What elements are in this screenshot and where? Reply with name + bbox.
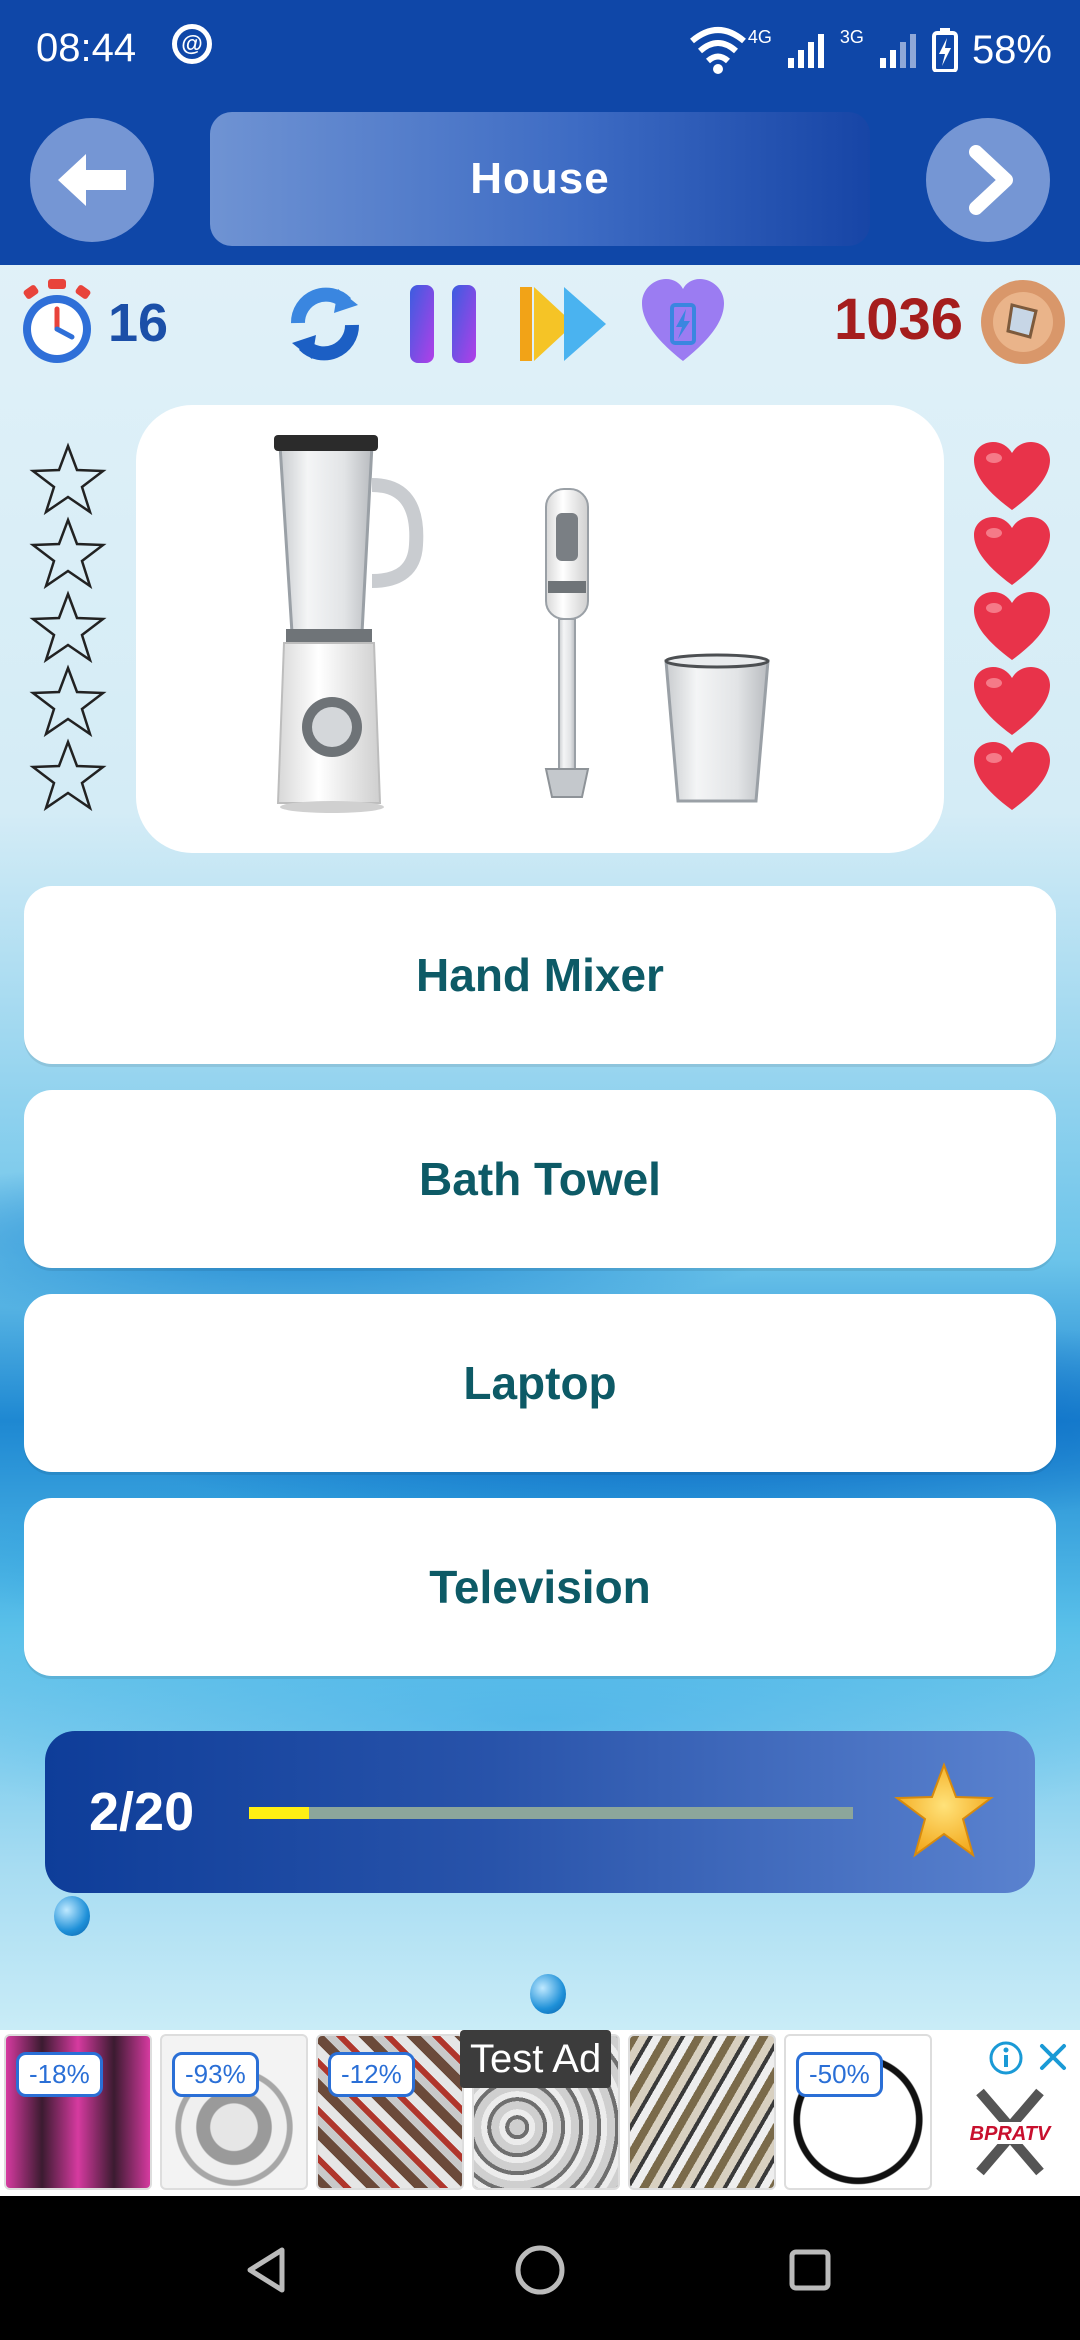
skip-icon[interactable]: [518, 279, 610, 369]
network-4g-label: 4G: [747, 26, 772, 47]
ad-discount-badge: -50%: [796, 2052, 883, 2097]
ad-product-thumbnail[interactable]: [628, 2034, 776, 2190]
ad-close-icon[interactable]: [1036, 2040, 1070, 2074]
heart-battery-icon[interactable]: [640, 277, 726, 367]
star-icon: [29, 738, 107, 812]
water-drop-decoration: [530, 1974, 566, 2014]
nav-back-icon[interactable]: [244, 2246, 288, 2294]
lives-column: [972, 440, 1052, 814]
timer-value: 16: [108, 293, 169, 353]
heart-icon: [974, 592, 1050, 660]
heart-icon: [974, 442, 1050, 510]
star-icon: [29, 442, 107, 516]
nav-home-icon[interactable]: [514, 2244, 566, 2296]
ad-product-thumbnail[interactable]: -12%: [316, 2034, 464, 2190]
game-header: House: [0, 100, 1080, 265]
at-sign-icon: @: [172, 24, 212, 64]
progress-text: 2/20: [89, 1782, 195, 1842]
chevron-right-icon: [969, 145, 1013, 215]
bpratv-logo-icon: BPRATV: [958, 2088, 1062, 2176]
network-3g-label: 3G: [839, 26, 864, 47]
system-navigation-bar: [0, 2196, 1080, 2340]
test-ad-label: Test Ad: [460, 2030, 612, 2088]
heart-icon: [974, 742, 1050, 810]
pause-icon[interactable]: [404, 279, 484, 369]
answer-option-4[interactable]: Television: [24, 1498, 1056, 1676]
battery-percentage: 58%: [971, 27, 1052, 72]
coin-icon: [981, 280, 1065, 364]
star-icon: [29, 516, 107, 590]
answer-option-2[interactable]: Bath Towel: [24, 1090, 1056, 1268]
star-icon: [29, 664, 107, 738]
heart-icon: [974, 517, 1050, 585]
category-title-box: House: [210, 112, 870, 246]
signal-icon: [787, 34, 824, 68]
back-button[interactable]: [30, 118, 154, 242]
battery-charging-icon: [931, 28, 958, 72]
heart-icon: [974, 667, 1050, 735]
ad-discount-badge: -12%: [328, 2052, 415, 2097]
arrow-left-icon: [58, 154, 126, 206]
refresh-icon[interactable]: [284, 279, 366, 369]
star-icon: [29, 590, 107, 664]
coins-value: 1036: [834, 287, 964, 352]
answer-option-3[interactable]: Laptop: [24, 1294, 1056, 1472]
ad-product-thumbnail[interactable]: -50%: [784, 2034, 932, 2190]
stopwatch-icon: [23, 279, 91, 363]
signal-weak-icon: [879, 34, 916, 68]
status-bar: 08:44 @ 4G 3G 58%: [0, 0, 1080, 100]
nav-recents-icon[interactable]: [788, 2248, 832, 2292]
answer-option-1[interactable]: Hand Mixer: [24, 886, 1056, 1064]
ad-discount-badge: -18%: [16, 2052, 103, 2097]
progress-track: [249, 1807, 853, 1819]
progress-panel: 2/20: [45, 1731, 1035, 1893]
progress-fill: [249, 1807, 310, 1819]
question-image-card: [136, 405, 944, 853]
ad-info-icon[interactable]: [988, 2040, 1024, 2076]
next-button[interactable]: [926, 118, 1050, 242]
status-time: 08:44: [36, 26, 137, 70]
stars-column: [28, 440, 108, 816]
category-title: House: [470, 154, 610, 203]
gold-star-icon: [894, 1762, 994, 1858]
water-drop-decoration: [54, 1896, 90, 1936]
blender-and-hand-mixer-image: [274, 435, 770, 813]
wifi-icon: [689, 27, 746, 74]
ad-product-thumbnail[interactable]: -93%: [160, 2034, 308, 2190]
svg-text:BPRATV: BPRATV: [970, 2123, 1052, 2145]
ad-discount-badge: -93%: [172, 2052, 259, 2097]
ad-product-thumbnail[interactable]: -18%: [4, 2034, 152, 2190]
